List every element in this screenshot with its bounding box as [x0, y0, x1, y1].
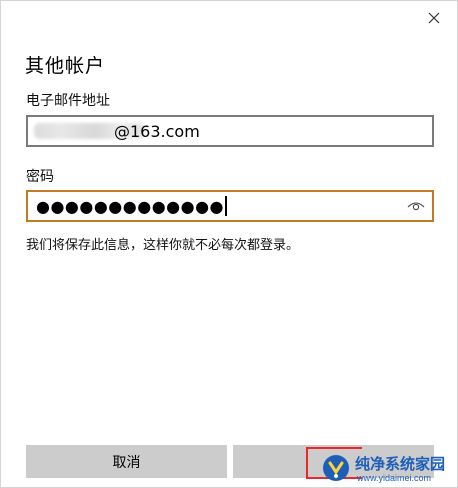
password-value: ●●●●●●●●●●●●● — [36, 196, 227, 216]
watermark-title: 纯净系统家园 — [355, 455, 446, 473]
email-label: 电子邮件地址 — [26, 93, 110, 109]
text-caret — [225, 196, 227, 216]
account-dialog: 其他帐户 电子邮件地址 @163.com 密码 ●●●●●●●●●●●●● 我们… — [0, 0, 458, 488]
reveal-password-button[interactable] — [406, 198, 426, 214]
cancel-button[interactable]: 取消 — [26, 445, 227, 478]
email-field[interactable]: @163.com — [26, 115, 434, 147]
password-field[interactable]: ●●●●●●●●●●●●● — [26, 190, 434, 222]
site-watermark: 纯净系统家园 www.yidaimei.com — [319, 447, 457, 487]
close-icon — [428, 12, 440, 24]
password-mask: ●●●●●●●●●●●●● — [36, 197, 224, 216]
watermark-url: www.yidaimei.com — [357, 473, 432, 483]
eye-icon — [407, 202, 425, 211]
email-value: @163.com — [114, 122, 200, 141]
info-text: 我们将保存此信息，这样你就不必每次都登录。 — [26, 238, 300, 253]
password-label: 密码 — [26, 169, 54, 185]
close-button[interactable] — [421, 5, 447, 31]
watermark-logo-icon — [323, 455, 349, 481]
dialog-title: 其他帐户 — [25, 55, 106, 77]
